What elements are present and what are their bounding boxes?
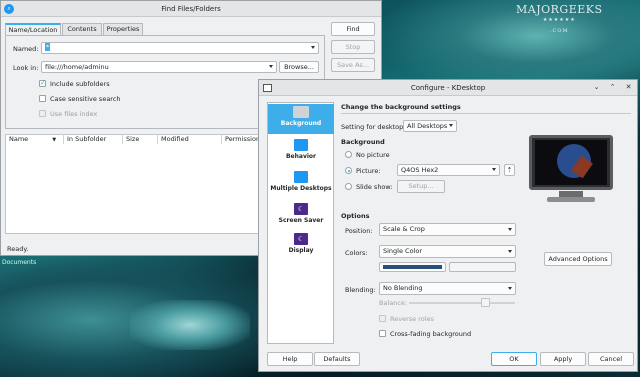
slide-show-label: Slide show: <box>356 183 393 191</box>
chevron-down-icon <box>492 168 496 171</box>
kdesktop-window: Configure - KDesktop ⌄ ⌃ ✕ Background Be… <box>258 79 638 372</box>
stop-button[interactable]: Stop <box>331 40 375 54</box>
close-icon[interactable]: ✕ <box>624 83 633 92</box>
chevron-down-icon <box>508 249 512 253</box>
desktop-icon-label[interactable]: Documents <box>2 259 36 266</box>
position-select[interactable]: Scale & Crop <box>379 223 516 236</box>
save-as-button[interactable]: Save As... <box>331 58 375 72</box>
picture-select[interactable]: Q4OS Hex2 <box>397 164 500 176</box>
browse-button[interactable]: Browse... <box>279 61 319 73</box>
no-picture-radio[interactable] <box>345 151 352 158</box>
balance-label: Balance: <box>379 299 408 307</box>
picture-radio[interactable] <box>345 167 352 174</box>
sidebar-item-display[interactable]: ☾ Display <box>268 233 334 254</box>
find-button[interactable]: Find <box>331 22 375 36</box>
named-label: Named: <box>13 45 39 53</box>
tab-properties[interactable]: Properties <box>103 23 143 35</box>
help-button[interactable]: Help <box>267 352 313 366</box>
column-in-subfolder[interactable]: In Subfolder <box>64 134 123 144</box>
moon-icon: ☾ <box>294 203 308 215</box>
find-titlebar[interactable]: ⌕ Find Files/Folders <box>1 1 381 17</box>
chevron-down-icon <box>508 286 512 290</box>
chevron-down-icon <box>508 227 512 231</box>
chevron-down-icon <box>449 124 453 127</box>
chevron-down-icon <box>311 46 315 49</box>
display-icon: ☾ <box>294 233 308 245</box>
use-files-index-label: Use files index <box>50 110 98 118</box>
cancel-button[interactable]: Cancel <box>588 352 634 366</box>
category-sidebar: Background Behavior Multiple Desktops ☾ … <box>267 102 334 344</box>
lookin-input[interactable]: file:///home/adminu <box>41 61 277 73</box>
primary-color-button[interactable] <box>379 262 446 272</box>
slide-show-radio[interactable] <box>345 183 352 190</box>
reverse-roles-label: Reverse roles <box>390 315 434 323</box>
case-sensitive-checkbox[interactable] <box>39 95 46 102</box>
blending-select[interactable]: No Blending <box>379 282 516 295</box>
setup-button[interactable]: Setup... <box>397 180 445 193</box>
lookin-label: Look in: <box>13 64 39 72</box>
header-divider <box>341 113 631 114</box>
wallpaper-water-highlight <box>130 300 250 350</box>
monitor-preview <box>529 135 613 203</box>
setting-for-select[interactable]: All Desktops <box>403 120 457 132</box>
chevron-down-icon <box>269 65 273 68</box>
desktop-icon <box>294 139 308 151</box>
watermark-logo: MAJORGEEKS ★★★★★★ .COM <box>516 3 603 34</box>
kdesktop-titlebar[interactable]: Configure - KDesktop ⌄ ⌃ ✕ <box>259 80 637 96</box>
column-modified[interactable]: Modified <box>158 134 222 144</box>
find-window-title: Find Files/Folders <box>161 4 221 13</box>
column-name[interactable]: Name ▼ <box>6 134 64 144</box>
options-section-title: Options <box>341 212 370 220</box>
column-permission[interactable]: Permission <box>222 134 262 144</box>
colors-select[interactable]: Single Color <box>379 245 516 258</box>
wallpaper-preview <box>535 140 607 185</box>
sidebar-item-behavior[interactable]: Behavior <box>268 139 334 160</box>
cross-fading-label: Cross-fading background <box>390 330 472 338</box>
include-subfolders-label: Include subfolders <box>50 80 110 88</box>
balance-slider[interactable] <box>409 302 515 304</box>
apply-button[interactable]: Apply <box>540 352 586 366</box>
column-size[interactable]: Size <box>123 134 158 144</box>
ok-button[interactable]: OK <box>491 352 537 366</box>
cross-fading-checkbox[interactable] <box>379 330 386 337</box>
tab-contents[interactable]: Contents <box>62 23 102 35</box>
use-files-index-checkbox[interactable] <box>39 110 46 117</box>
sidebar-item-background[interactable]: Background <box>268 104 334 134</box>
colors-label: Colors: <box>345 249 368 257</box>
minimize-icon[interactable]: ⌄ <box>592 83 601 92</box>
maximize-icon[interactable]: ⌃ <box>608 83 617 92</box>
primary-color-swatch <box>383 265 442 269</box>
no-picture-label: No picture <box>356 151 390 159</box>
advanced-options-button[interactable]: Advanced Options <box>544 252 612 266</box>
sidebar-item-multiple-desktops[interactable]: Multiple Desktops <box>268 171 334 192</box>
setting-for-label: Setting for desktop: <box>341 123 406 131</box>
blending-label: Blending: <box>345 286 376 294</box>
desktops-icon <box>294 171 308 183</box>
picture-label: Picture: <box>356 167 381 175</box>
case-sensitive-label: Case sensitive search <box>50 95 121 103</box>
defaults-button[interactable]: Defaults <box>314 352 360 366</box>
status-text: Ready. <box>7 245 29 253</box>
balance-slider-handle[interactable] <box>481 298 490 307</box>
monitor-icon <box>293 106 309 118</box>
reverse-roles-checkbox[interactable] <box>379 315 386 322</box>
sidebar-item-screen-saver[interactable]: ☾ Screen Saver <box>268 203 334 224</box>
upload-icon[interactable]: ⇡ <box>504 164 515 176</box>
page-header: Change the background settings <box>341 103 461 111</box>
named-input[interactable]: * <box>41 42 319 54</box>
kdesktop-window-title: Configure - KDesktop <box>410 83 486 92</box>
background-section-title: Background <box>341 138 385 146</box>
secondary-color-button[interactable] <box>449 262 516 272</box>
position-label: Position: <box>345 227 373 235</box>
include-subfolders-checkbox[interactable] <box>39 79 46 87</box>
tab-name-location[interactable]: Name/Location <box>5 23 61 35</box>
